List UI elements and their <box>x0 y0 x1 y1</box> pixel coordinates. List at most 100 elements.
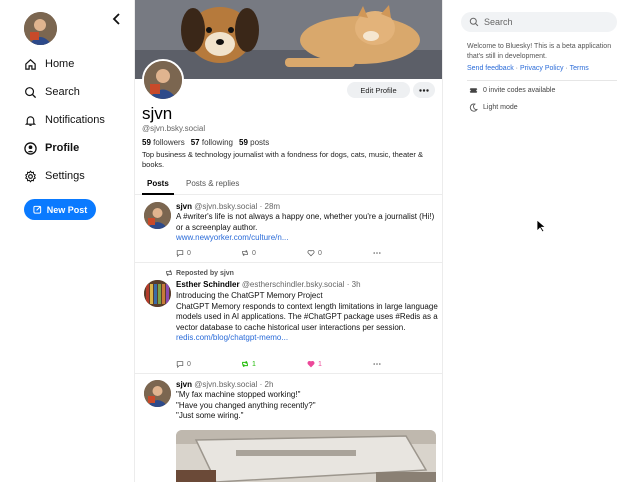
send-feedback-link[interactable]: Send feedback <box>467 65 514 72</box>
post-body: A #writer's life is not always a happy o… <box>176 212 438 244</box>
more-horizontal-icon <box>373 363 381 365</box>
post-time: 2h <box>264 380 274 389</box>
profile-display-name: sjvn <box>142 104 173 123</box>
post-header: sjvn @sjvn.bsky.social · 2h <box>176 380 273 389</box>
search-icon <box>469 17 479 27</box>
post-author-avatar[interactable] <box>144 280 171 307</box>
theme-toggle[interactable]: Light mode <box>469 103 518 112</box>
post-menu-button[interactable] <box>373 249 381 257</box>
my-avatar[interactable] <box>24 12 57 45</box>
nav-profile-label: Profile <box>45 142 80 154</box>
profile-stats: 59 followers 57 following 59 posts <box>142 138 269 147</box>
invite-codes-label: 0 invite codes available <box>483 87 556 94</box>
user-icon <box>24 141 37 155</box>
followers-count: 59 <box>142 138 151 147</box>
left-nav: Home Search Notifications Profile Settin… <box>0 0 134 482</box>
more-horizontal-icon <box>419 88 429 92</box>
mouse-cursor-icon <box>536 219 548 233</box>
repost-button[interactable]: 1 <box>241 360 256 368</box>
nav-profile[interactable]: Profile <box>24 137 79 159</box>
reply-button[interactable]: 0 <box>176 249 191 257</box>
like-count: 1 <box>318 360 322 368</box>
moon-icon <box>469 103 478 112</box>
nav-settings[interactable]: Settings <box>24 165 85 187</box>
post-author-avatar[interactable] <box>144 380 171 407</box>
sidebar-divider <box>467 80 617 81</box>
post-actions: 0 1 1 <box>176 360 396 370</box>
posts-count: 59 <box>239 138 248 147</box>
reply-count: 0 <box>187 249 191 257</box>
search-input[interactable] <box>484 17 604 27</box>
post-author-name[interactable]: sjvn <box>176 380 192 389</box>
posts-label: posts <box>250 138 270 147</box>
post-link[interactable]: www.newyorker.com/culture/n... <box>176 233 438 244</box>
post-text: Introducing the ChatGPT Memory Project C… <box>176 291 438 332</box>
post-time: 28m <box>264 202 281 211</box>
like-button[interactable]: 0 <box>307 249 322 257</box>
theme-label: Light mode <box>483 104 518 111</box>
post-author-avatar[interactable] <box>144 202 171 229</box>
nav-search-label: Search <box>45 86 80 98</box>
tab-posts-and-replies[interactable]: Posts & replies <box>186 179 239 188</box>
post-header: Esther Schindler @estherschindler.bsky.s… <box>176 280 361 289</box>
post-author-handle: @sjvn.bsky.social <box>194 202 258 211</box>
post-menu-button[interactable] <box>373 360 381 368</box>
nav-notifications[interactable]: Notifications <box>24 109 105 131</box>
repost-button[interactable]: 0 <box>241 249 256 257</box>
followers-stat[interactable]: 59 followers <box>142 138 185 147</box>
like-count: 0 <box>318 249 322 257</box>
post-separator: · <box>259 380 263 389</box>
profile-bio: Top business & technology journalist wit… <box>142 150 423 169</box>
heart-icon <box>307 250 315 257</box>
edit-profile-button[interactable]: Edit Profile <box>347 82 410 98</box>
post-image[interactable] <box>176 430 436 482</box>
new-post-label: New Post <box>46 204 88 215</box>
terms-link[interactable]: Terms <box>570 65 589 72</box>
repost-count: 1 <box>252 360 256 368</box>
profile-tabs: Posts Posts & replies <box>135 175 442 195</box>
profile-avatar[interactable] <box>142 59 184 101</box>
post-author-handle: @estherschindler.bsky.social <box>241 280 345 289</box>
post-time: 3h <box>351 280 361 289</box>
new-post-button[interactable]: New Post <box>24 199 96 220</box>
ticket-icon <box>469 88 478 93</box>
followers-label: followers <box>153 138 185 147</box>
chevron-left-icon[interactable] <box>110 12 124 26</box>
welcome-text: Welcome to Bluesky! This is a beta appli… <box>467 43 612 60</box>
repost-icon <box>242 249 248 257</box>
more-options-button[interactable] <box>413 82 435 98</box>
tab-posts[interactable]: Posts <box>147 179 169 188</box>
following-count: 57 <box>190 138 200 147</box>
search-box[interactable] <box>461 12 617 32</box>
post-author-handle: @sjvn.bsky.social <box>194 380 258 389</box>
profile-banner[interactable] <box>135 0 442 79</box>
post-header: sjvn @sjvn.bsky.social · 28m <box>176 202 280 211</box>
privacy-policy-link[interactable]: Privacy Policy <box>520 65 564 72</box>
nav-search[interactable]: Search <box>24 81 80 103</box>
post-link[interactable]: redis.com/blog/chatgpt-memo... <box>176 333 438 344</box>
repost-icon <box>242 360 248 368</box>
reply-button[interactable]: 0 <box>176 360 191 368</box>
like-button[interactable]: 1 <box>307 360 322 368</box>
bell-icon <box>24 115 37 126</box>
more-horizontal-icon <box>373 252 381 254</box>
reply-icon <box>176 250 184 257</box>
following-stat[interactable]: 57 following <box>191 138 233 147</box>
post-body: Introducing the ChatGPT Memory Project C… <box>176 291 438 344</box>
post-actions: 0 0 0 <box>176 249 396 259</box>
nav-notifications-label: Notifications <box>45 114 105 126</box>
feed-post[interactable]: Reposted by sjvn Esther Schindler @esthe… <box>135 264 442 374</box>
home-icon <box>25 58 36 70</box>
profile-handle: @sjvn.bsky.social <box>142 124 206 133</box>
compose-icon <box>33 205 41 214</box>
invite-codes-button[interactable]: 0 invite codes available <box>469 86 555 95</box>
nav-settings-label: Settings <box>45 170 85 182</box>
feed-post[interactable]: sjvn @sjvn.bsky.social · 28m A #writer's… <box>135 196 442 263</box>
post-author-name[interactable]: sjvn <box>176 202 192 211</box>
gear-icon <box>25 169 36 183</box>
nav-home[interactable]: Home <box>24 53 74 75</box>
post-separator: · <box>346 280 350 289</box>
heart-icon <box>307 361 315 368</box>
post-author-name[interactable]: Esther Schindler <box>176 280 240 289</box>
posts-stat: 59 posts <box>239 138 269 147</box>
